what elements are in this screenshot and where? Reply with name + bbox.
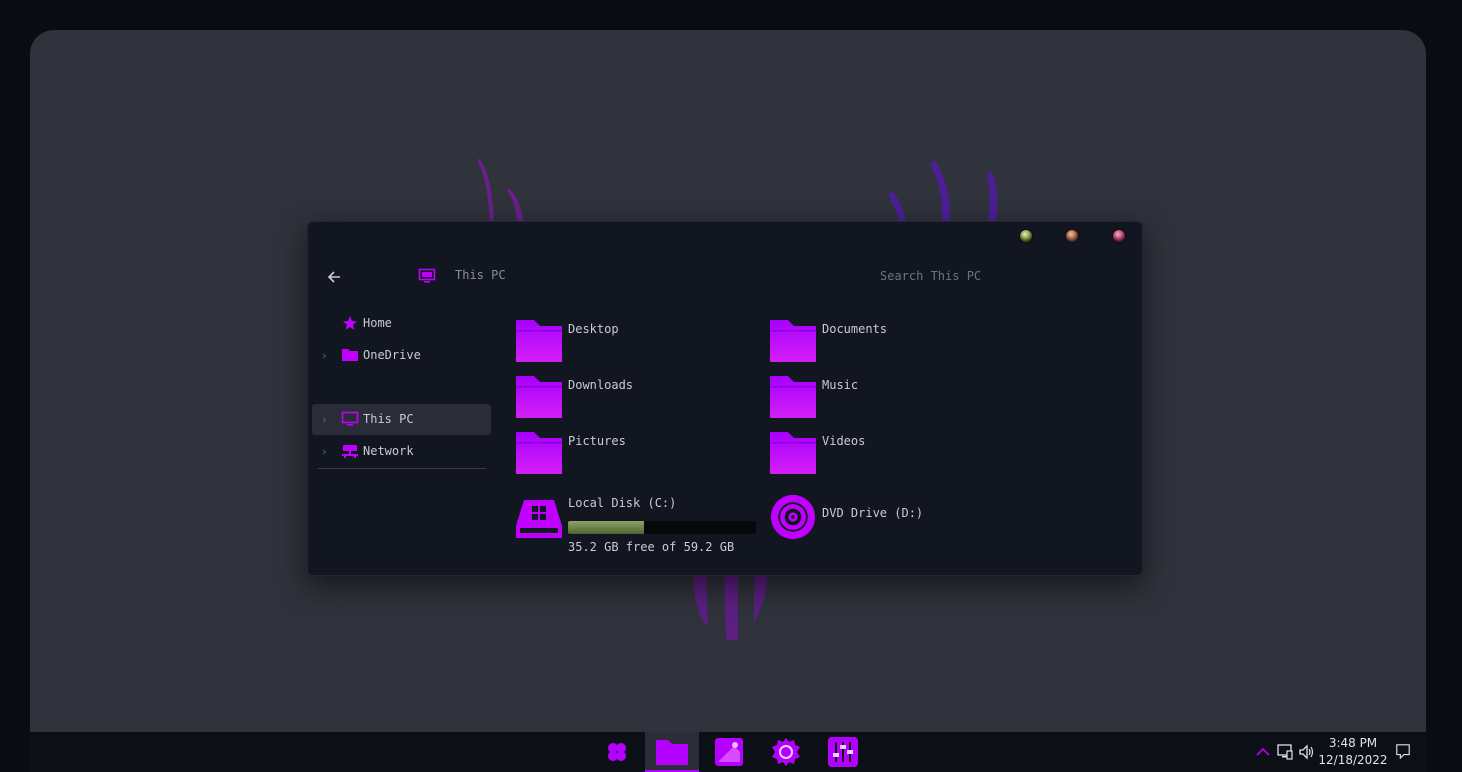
folder-icon — [516, 320, 562, 362]
folder-downloads[interactable]: Downloads — [492, 374, 732, 420]
mixer-icon — [828, 737, 858, 767]
folder-documents[interactable]: Documents — [746, 318, 986, 364]
folder-label: Downloads — [568, 378, 634, 392]
star-icon — [343, 316, 357, 330]
folder-music[interactable]: Music — [746, 374, 986, 420]
folder-icon — [342, 349, 358, 361]
close-button[interactable] — [1113, 230, 1125, 242]
file-explorer-window: This PC Search This PC Home › OneDrive ›… — [307, 221, 1143, 576]
chevron-right-icon[interactable]: › — [321, 350, 328, 361]
folder-videos[interactable]: Videos — [746, 430, 986, 476]
network-icon[interactable] — [1276, 744, 1294, 760]
drive-local-disk-c[interactable]: Local Disk (C:) 35.2 GB free of 59.2 GB — [492, 492, 762, 558]
chevron-up-icon[interactable] — [1254, 744, 1272, 760]
photos-icon — [715, 738, 743, 766]
monitor-icon — [341, 411, 359, 426]
notification-icon[interactable] — [1394, 743, 1412, 759]
sidebar-item-label: Home — [363, 316, 392, 330]
start-button[interactable] — [590, 732, 644, 772]
folder-desktop[interactable]: Desktop — [492, 318, 732, 364]
file-explorer-icon — [656, 740, 688, 765]
disk-free-text: 35.2 GB free of 59.2 GB — [568, 540, 735, 554]
content-pane: Desktop Documents Downloads Music Pictur… — [492, 304, 1142, 575]
hard-drive-icon — [516, 500, 562, 538]
folder-label: Videos — [822, 434, 866, 448]
sidebar-item-label: Network — [363, 444, 414, 458]
folder-icon — [770, 320, 816, 362]
folder-label: Desktop — [568, 322, 619, 336]
drive-label: DVD Drive (D:) — [822, 506, 924, 520]
sidebar-item-onedrive[interactable]: › OneDrive — [312, 340, 491, 371]
folder-pictures[interactable]: Pictures — [492, 430, 732, 476]
sidebar-item-this-pc[interactable]: › This PC — [312, 404, 491, 435]
divider — [318, 468, 486, 469]
chevron-right-icon[interactable]: › — [321, 414, 328, 425]
folder-icon — [516, 376, 562, 418]
clock-date: 12/18/2022 — [1318, 753, 1388, 767]
sidebar-item-network[interactable]: › Network — [312, 436, 491, 467]
folder-label: Music — [822, 378, 859, 392]
folder-icon — [516, 432, 562, 474]
drive-dvd-d[interactable]: DVD Drive (D:) — [746, 492, 986, 544]
start-icon — [608, 743, 626, 761]
navigation-pane: Home › OneDrive › This PC › Network — [308, 304, 492, 575]
taskbar-photos[interactable] — [702, 732, 756, 772]
folder-icon — [770, 432, 816, 474]
folder-icon — [770, 376, 816, 418]
dvd-disc-icon — [770, 494, 816, 540]
clock-time: 3:48 PM — [1328, 736, 1378, 750]
network-icon — [342, 445, 358, 458]
disk-usage-bar — [568, 521, 756, 534]
address-bar[interactable]: This PC — [455, 268, 506, 282]
sidebar-item-label: This PC — [363, 412, 414, 426]
settings-icon — [772, 738, 800, 766]
taskbar-settings[interactable] — [759, 732, 813, 772]
title-bar[interactable] — [308, 222, 1142, 252]
sidebar-item-label: OneDrive — [363, 348, 421, 362]
search-input[interactable]: Search This PC — [868, 262, 1128, 290]
volume-icon[interactable] — [1298, 744, 1316, 760]
drive-label: Local Disk (C:) — [568, 496, 677, 510]
maximize-button[interactable] — [1066, 230, 1078, 242]
minimize-button[interactable] — [1020, 230, 1032, 242]
system-clock[interactable]: 3:48 PM 12/18/2022 — [1318, 735, 1388, 769]
back-button[interactable] — [324, 267, 344, 287]
taskbar-mixer[interactable] — [816, 732, 870, 772]
chevron-right-icon[interactable]: › — [321, 446, 328, 457]
search-placeholder: Search This PC — [880, 269, 982, 283]
taskbar: 3:48 PM 12/18/2022 — [30, 732, 1426, 772]
disk-usage-fill — [568, 521, 645, 534]
folder-label: Pictures — [568, 434, 626, 448]
sidebar-item-home[interactable]: Home — [312, 308, 491, 339]
taskbar-file-explorer[interactable] — [645, 732, 699, 772]
folder-label: Documents — [822, 322, 888, 336]
arrow-left-icon — [327, 271, 340, 283]
monitor-icon — [418, 268, 436, 288]
